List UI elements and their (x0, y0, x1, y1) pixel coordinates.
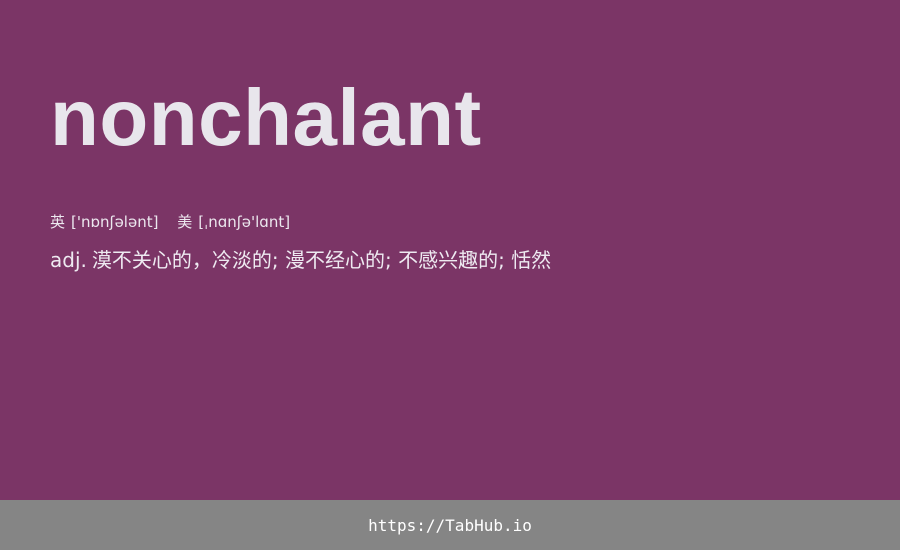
us-ipa: [ˌnɑnʃə'lɑnt] (198, 213, 291, 231)
word-card: nonchalant 英 ['nɒnʃələnt] 美 [ˌnɑnʃə'lɑnt] … (0, 0, 900, 500)
footer-link[interactable]: https://TabHub.io (368, 516, 532, 535)
definition: adj. 漠不关心的，冷淡的; 漫不经心的; 不感兴趣的; 恬然 (50, 245, 551, 275)
headword: nonchalant (50, 73, 482, 162)
part-of-speech: adj. (50, 248, 87, 272)
uk-label: 英 (50, 213, 66, 231)
phonetics: 英 ['nɒnʃələnt] 美 [ˌnɑnʃə'lɑnt] (50, 211, 290, 233)
definition-text: 漠不关心的，冷淡的; 漫不经心的; 不感兴趣的; 恬然 (91, 248, 552, 272)
us-label: 美 (177, 213, 193, 231)
footer-bar: https://TabHub.io (0, 500, 900, 550)
uk-pronunciation: 英 ['nɒnʃələnt] (50, 211, 158, 233)
uk-ipa: ['nɒnʃələnt] (71, 213, 159, 231)
us-pronunciation: 美 [ˌnɑnʃə'lɑnt] (177, 211, 290, 233)
